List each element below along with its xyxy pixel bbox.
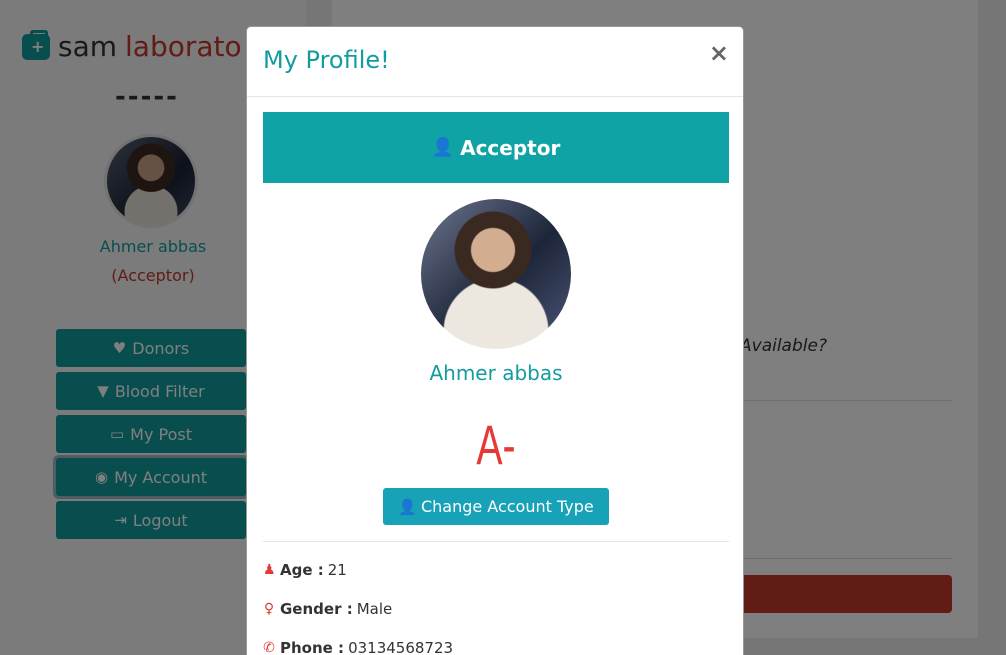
child-icon: ♟: [263, 562, 276, 578]
info-gender-value: Male: [356, 600, 393, 618]
change-account-type-label: Change Account Type: [420, 497, 594, 516]
user-plus-icon: 👤: [431, 137, 455, 158]
modal-title: My Profile!: [263, 46, 390, 74]
venus-icon: ♀: [263, 601, 275, 617]
role-banner-label: Acceptor: [460, 135, 561, 160]
blood-group-value: A-: [476, 413, 516, 476]
close-icon[interactable]: ×: [709, 41, 729, 65]
info-age-row: ♟ Age : 21: [263, 561, 347, 579]
info-age-label: Age :: [280, 561, 324, 579]
info-gender-row: ♀ Gender : Male: [263, 600, 392, 618]
modal-header: My Profile! ×: [247, 27, 743, 97]
phone-icon: ✆: [263, 640, 275, 655]
info-age-value: 21: [327, 561, 347, 579]
profile-modal: My Profile! × 👤 Acceptor Ahmer abbas A- …: [246, 26, 744, 655]
modal-divider: [263, 541, 729, 542]
change-account-type-button[interactable]: 👤 Change Account Type: [383, 488, 609, 525]
info-gender-label: Gender :: [280, 600, 353, 618]
profile-user-name: Ahmer abbas: [429, 361, 563, 385]
info-phone-label: Phone :: [280, 639, 345, 655]
profile-avatar: [421, 199, 571, 349]
info-phone-value: 03134568723: [348, 639, 454, 655]
user-plus-icon: 👤: [398, 497, 417, 516]
role-banner: 👤 Acceptor: [263, 112, 729, 183]
info-phone-row: ✆ Phone : 03134568723: [263, 639, 453, 655]
